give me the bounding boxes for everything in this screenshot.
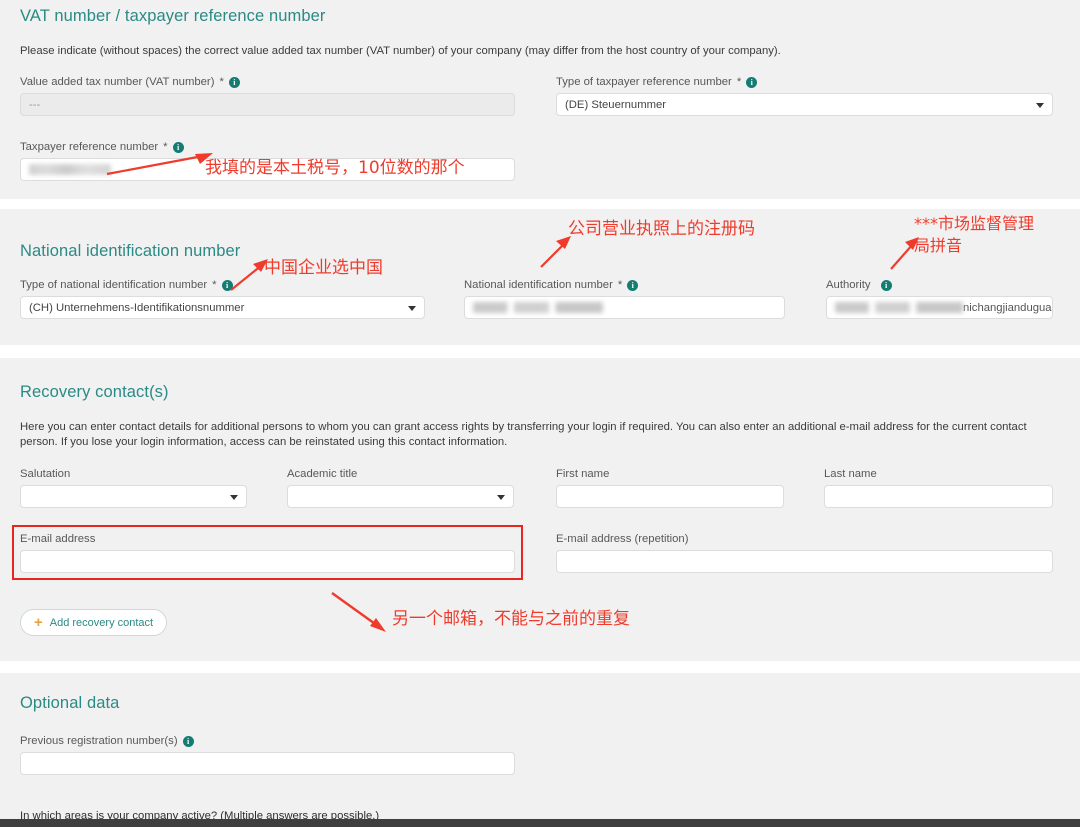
label-vat-number-text: Value added tax number (VAT number) (20, 76, 215, 88)
info-icon[interactable]: i (182, 735, 194, 747)
annotation-taxpayer-reference: 我填的是本土税号，10位数的那个 (205, 158, 465, 178)
authority-input[interactable]: nichangjianduguan (826, 296, 1053, 319)
section-title-optional-data: Optional data (20, 694, 120, 712)
label-authority-text: Authority (826, 279, 871, 291)
label-taxpayer-reference-type: Type of taxpayer reference number * i (556, 76, 1053, 88)
redacted-value (473, 302, 603, 313)
add-recovery-contact-label: Add recovery contact (49, 616, 154, 629)
field-authority: Authority i nichangjianduguan (826, 279, 1053, 319)
form-page: VAT number / taxpayer reference number P… (0, 0, 1080, 827)
chevron-down-icon (497, 494, 505, 500)
redacted-value (835, 302, 963, 313)
section-optional-data: Optional data Previous registration numb… (0, 673, 1080, 827)
annotation-arrow-email (331, 592, 386, 632)
required-marker: * (212, 279, 217, 291)
label-first-name: First name (556, 468, 784, 480)
label-salutation: Salutation (20, 468, 247, 480)
chevron-down-icon (1036, 102, 1044, 108)
section-description-vat: Please indicate (without spaces) the cor… (20, 45, 781, 57)
bottom-divider-bar (0, 819, 1080, 827)
label-national-id-number: National identification number * i (464, 279, 785, 291)
last-name-input[interactable] (824, 485, 1053, 508)
vat-number-input: --- (20, 93, 515, 116)
info-icon[interactable]: i (880, 279, 892, 291)
label-last-name-text: Last name (824, 468, 877, 480)
field-first-name: First name (556, 468, 784, 508)
label-taxpayer-reference-type-text: Type of taxpayer reference number (556, 76, 732, 88)
label-email-address-repetition: E-mail address (repetition) (556, 533, 1053, 545)
field-salutation: Salutation (20, 468, 247, 508)
annotation-national-id-number: 公司营业执照上的注册码 (568, 219, 755, 239)
label-email-address-text: E-mail address (20, 533, 96, 545)
label-salutation-text: Salutation (20, 468, 71, 480)
section-title-national-id: National identification number (20, 242, 241, 260)
annotation-authority-line2: 局拼音 (914, 236, 963, 255)
chevron-down-icon (408, 305, 416, 311)
label-previous-registration-number: Previous registration number(s) i (20, 735, 515, 747)
section-title-recovery-contacts: Recovery contact(s) (20, 383, 169, 401)
info-icon[interactable]: i (746, 76, 758, 88)
required-marker: * (617, 279, 623, 291)
section-recovery-contacts: Recovery contact(s) Here you can enter c… (0, 358, 1080, 661)
field-academic-title: Academic title (287, 468, 514, 508)
label-taxpayer-reference-number: Taxpayer reference number * i (20, 141, 515, 153)
info-icon[interactable]: i (228, 76, 240, 88)
vat-number-value: --- (29, 98, 41, 111)
label-vat-number: Value added tax number (VAT number) * i (20, 76, 515, 88)
field-national-id-type: Type of national identification number *… (20, 279, 425, 319)
email-address-input[interactable] (20, 550, 515, 573)
label-authority: Authority i (826, 279, 1053, 291)
redacted-value (29, 164, 111, 175)
annotation-arrow-taxpayer (106, 153, 213, 176)
label-email-address-repetition-text: E-mail address (repetition) (556, 533, 689, 545)
label-academic-title-text: Academic title (287, 468, 358, 480)
salutation-select[interactable] (20, 485, 247, 508)
section-description-recovery-contacts: Here you can enter contact details for a… (20, 421, 1027, 448)
field-national-id-number: National identification number * i (464, 279, 785, 319)
add-recovery-contact-button[interactable]: + Add recovery contact (20, 609, 168, 636)
label-national-id-number-text: National identification number (464, 279, 613, 291)
field-previous-registration-number: Previous registration number(s) i (20, 735, 515, 775)
taxpayer-reference-type-value: (DE) Steuernummer (565, 98, 667, 111)
taxpayer-reference-type-select[interactable]: (DE) Steuernummer (556, 93, 1053, 116)
chevron-down-icon (230, 494, 238, 500)
required-marker: * (736, 76, 742, 88)
field-email-address-repetition: E-mail address (repetition) (556, 533, 1053, 573)
label-national-id-type: Type of national identification number *… (20, 279, 425, 291)
email-address-repetition-input[interactable] (556, 550, 1053, 573)
info-icon[interactable]: i (627, 279, 639, 291)
label-previous-registration-number-text: Previous registration number(s) (20, 735, 178, 747)
previous-registration-number-input[interactable] (20, 752, 515, 775)
authority-visible-tail: nichangjianduguan (963, 301, 1053, 314)
required-marker: * (219, 76, 224, 88)
annotation-national-id-type: 中国企业选中国 (264, 258, 383, 278)
section-title-vat: VAT number / taxpayer reference number (20, 7, 326, 25)
plus-icon: + (34, 614, 43, 631)
field-last-name: Last name (824, 468, 1053, 508)
label-national-id-type-text: Type of national identification number (20, 279, 208, 291)
academic-title-select[interactable] (287, 485, 514, 508)
national-id-type-select[interactable]: (CH) Unternehmens-Identifikationsnummer (20, 296, 425, 319)
annotation-authority-line1: ***市场监督管理 (914, 214, 1035, 233)
section-vat-number: VAT number / taxpayer reference number P… (0, 0, 1080, 199)
label-email-address: E-mail address (20, 533, 515, 545)
annotation-arrow-national-id-number (540, 236, 571, 268)
field-vat-number: Value added tax number (VAT number) * i … (20, 76, 515, 116)
label-first-name-text: First name (556, 468, 610, 480)
label-last-name: Last name (824, 468, 1053, 480)
annotation-email-address: 另一个邮箱，不能与之前的重复 (392, 609, 630, 629)
first-name-input[interactable] (556, 485, 784, 508)
field-taxpayer-reference-type: Type of taxpayer reference number * i (D… (556, 76, 1053, 116)
section-national-identification-number: National identification number Type of n… (0, 209, 1080, 345)
national-id-number-input[interactable] (464, 296, 785, 319)
national-id-type-value: (CH) Unternehmens-Identifikationsnummer (29, 301, 245, 314)
label-academic-title: Academic title (287, 468, 514, 480)
field-email-address: E-mail address (20, 533, 515, 573)
